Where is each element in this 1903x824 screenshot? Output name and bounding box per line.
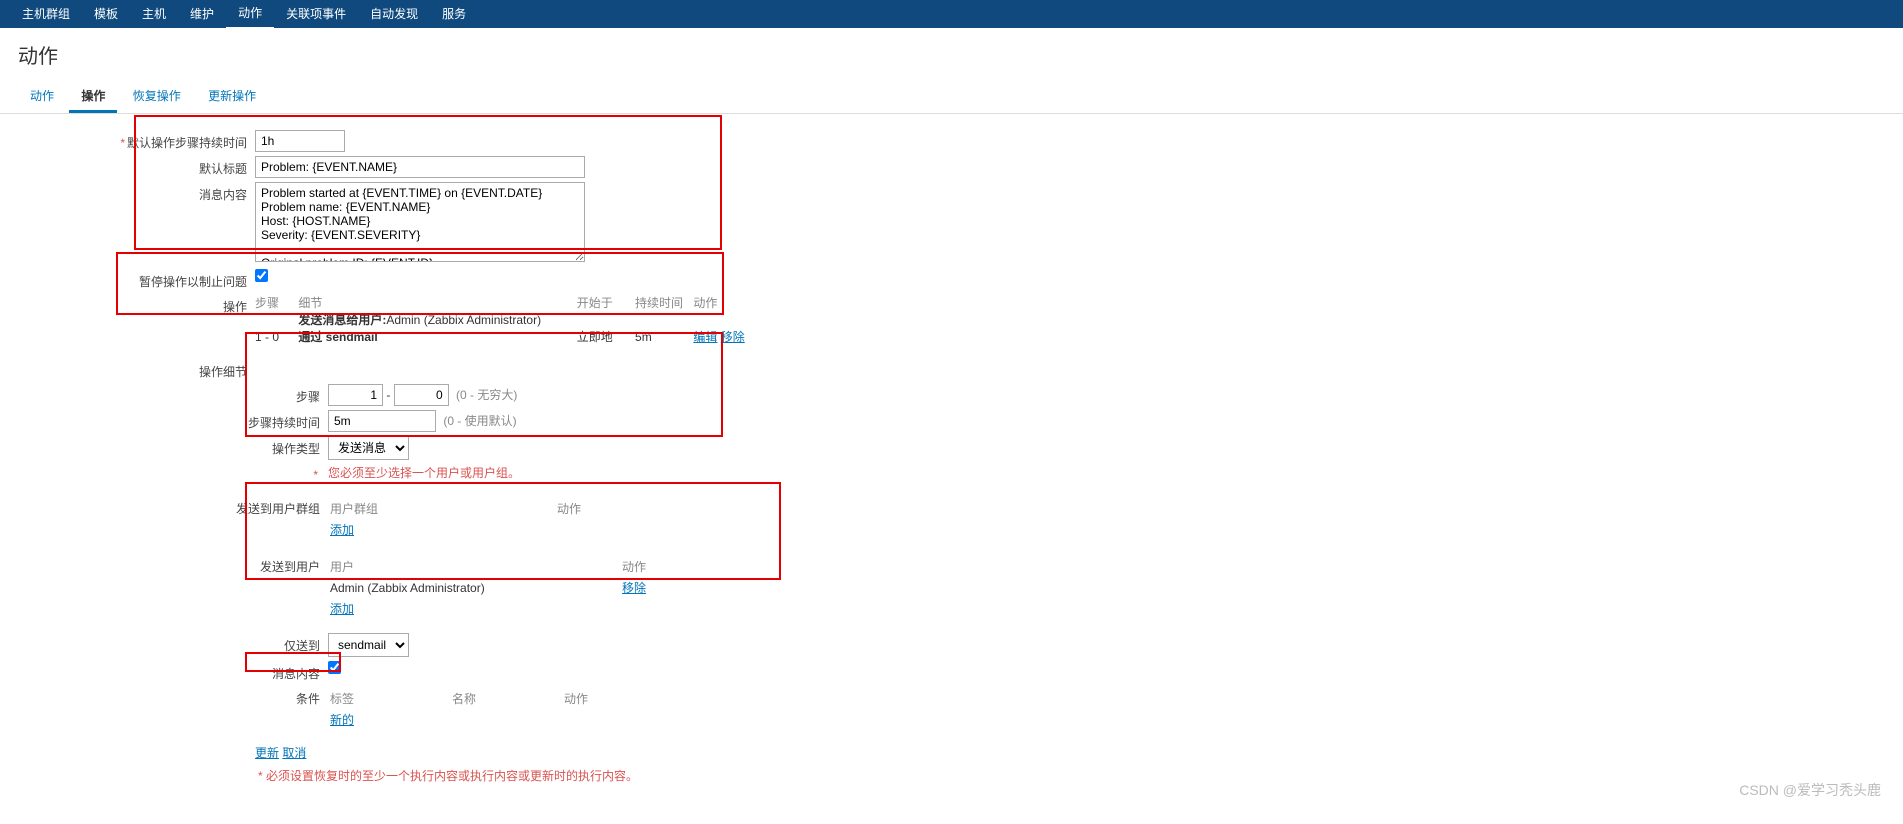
th-detail: 细节	[298, 294, 573, 311]
tab-update[interactable]: 更新操作	[196, 81, 268, 110]
footer-note: * 必须设置恢复时的至少一个执行内容或执行内容或更新时的执行内容。	[0, 767, 1903, 784]
checkbox-pause-ops[interactable]	[255, 269, 268, 282]
link-remove-op[interactable]: 移除	[721, 328, 745, 345]
checkbox-msg-content[interactable]	[328, 661, 341, 674]
input-default-step-duration[interactable]	[255, 130, 345, 152]
input-step-duration[interactable]	[328, 410, 436, 432]
th-cond-name: 名称	[452, 690, 562, 707]
watermark: CSDN @爱学习秃头鹿	[1739, 780, 1881, 800]
label-default-subject: 默认标题	[0, 156, 255, 177]
link-edit-op[interactable]: 编辑	[693, 328, 717, 345]
td-user-name: Admin (Zabbix Administrator)	[330, 577, 620, 596]
label-default-step-duration: *默认操作步骤持续时间	[0, 130, 255, 151]
hint-step: (0 - 无穷大)	[452, 388, 517, 402]
tab-recovery[interactable]: 恢复操作	[121, 81, 193, 110]
input-message[interactable]: Problem started at {EVENT.TIME} on {EVEN…	[255, 182, 585, 262]
th-start: 开始于	[577, 294, 632, 311]
th-cond-tag: 标签	[330, 690, 450, 707]
th-group-action: 动作	[557, 500, 621, 517]
link-remove-user[interactable]: 移除	[622, 581, 646, 595]
label-message: 消息内容	[0, 182, 255, 203]
select-op-type[interactable]: 发送消息	[328, 436, 409, 460]
td-detail: 发送消息给用户: Admin (Zabbix Administrator) 通过…	[298, 311, 573, 345]
nav-maintenance[interactable]: 维护	[178, 0, 226, 28]
link-new-condition[interactable]: 新的	[330, 713, 354, 727]
label-operations: 操作	[0, 294, 255, 315]
link-cancel[interactable]: 取消	[282, 746, 306, 760]
label-conditions: 条件	[0, 686, 328, 707]
nav-hosts[interactable]: 主机	[130, 0, 178, 28]
nav-actions[interactable]: 动作	[226, 0, 274, 30]
th-cond-action: 动作	[564, 690, 628, 707]
link-add-user[interactable]: 添加	[330, 602, 354, 616]
select-send-only[interactable]: sendmail	[328, 633, 409, 657]
label-step-duration: 步骤持续时间	[0, 410, 328, 431]
label-send-users: 发送到用户	[0, 554, 328, 575]
tab-action[interactable]: 动作	[18, 81, 66, 110]
nav-discovery[interactable]: 自动发现	[358, 0, 430, 28]
tab-operations[interactable]: 操作	[69, 81, 117, 113]
td-start: 立即地	[577, 328, 632, 345]
th-steps: 步骤	[255, 294, 295, 311]
th-user-action: 动作	[622, 558, 686, 575]
nav-hostgroups[interactable]: 主机群组	[10, 0, 82, 28]
label-step: 步骤	[0, 384, 328, 405]
label-send-only: 仅送到	[0, 633, 328, 654]
link-add-group[interactable]: 添加	[330, 523, 354, 537]
nav-templates[interactable]: 模板	[82, 0, 130, 28]
label-op-type: 操作类型	[0, 436, 328, 457]
page-title: 动作	[0, 28, 1903, 81]
nav-correlation[interactable]: 关联项事件	[274, 0, 358, 28]
th-user: 用户	[330, 558, 620, 575]
label-msg-content: 消息内容	[0, 661, 328, 682]
input-step-to[interactable]	[394, 384, 449, 406]
label-send-groups: 发送到用户群组	[0, 496, 328, 517]
label-pause-ops: 暂停操作以制止问题	[0, 269, 255, 290]
td-steps: 1 - 0	[255, 330, 295, 344]
th-action: 动作	[693, 294, 753, 311]
input-default-subject[interactable]	[255, 156, 585, 178]
label-op-details: 操作细节	[0, 359, 255, 380]
th-group: 用户群组	[330, 500, 555, 517]
link-update[interactable]: 更新	[255, 746, 279, 760]
hint-step-duration: (0 - 使用默认)	[439, 414, 516, 428]
top-nav: 主机群组 模板 主机 维护 动作 关联项事件 自动发现 服务	[0, 0, 1903, 28]
th-duration: 持续时间	[635, 294, 690, 311]
warn-select-user: 您必须至少选择一个用户或用户组。	[328, 464, 520, 481]
input-step-from[interactable]	[328, 384, 383, 406]
tab-nav: 动作 操作 恢复操作 更新操作	[0, 81, 1903, 114]
nav-services[interactable]: 服务	[430, 0, 478, 28]
td-duration: 5m	[635, 330, 690, 344]
